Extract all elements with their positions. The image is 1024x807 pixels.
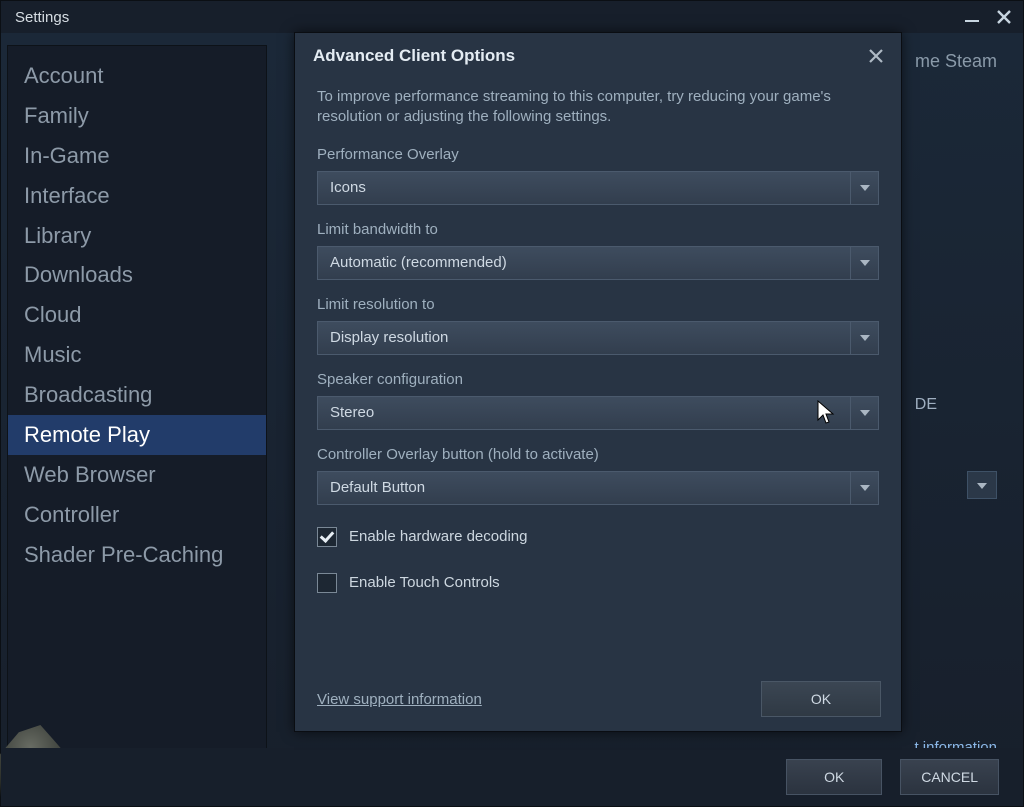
bg-partial-badge: DE bbox=[915, 396, 937, 414]
chevron-down-icon bbox=[850, 397, 878, 429]
chevron-down-icon bbox=[850, 472, 878, 504]
label-limit-resolution: Limit resolution to bbox=[317, 296, 879, 313]
close-icon bbox=[868, 48, 884, 64]
minimize-button[interactable] bbox=[961, 6, 983, 28]
checkbox-row-touch-controls: Enable Touch Controls bbox=[317, 573, 879, 593]
sidebar-item-web-browser[interactable]: Web Browser bbox=[8, 455, 266, 495]
select-value: Stereo bbox=[330, 404, 374, 421]
select-limit-bandwidth[interactable]: Automatic (recommended) bbox=[317, 246, 879, 280]
dialog-description: To improve performance streaming to this… bbox=[317, 87, 879, 128]
titlebar-controls bbox=[961, 6, 1015, 28]
select-value: Automatic (recommended) bbox=[330, 254, 507, 271]
window-title: Settings bbox=[15, 9, 69, 26]
dialog-footer: View support information OK bbox=[295, 667, 901, 731]
checkbox-label: Enable Touch Controls bbox=[349, 574, 500, 591]
settings-ok-button[interactable]: OK bbox=[786, 759, 882, 795]
label-limit-bandwidth: Limit bandwidth to bbox=[317, 221, 879, 238]
sidebar-item-family[interactable]: Family bbox=[8, 96, 266, 136]
bg-partial-select[interactable] bbox=[967, 471, 997, 499]
view-support-information-link[interactable]: View support information bbox=[317, 691, 482, 708]
dialog-body: To improve performance streaming to this… bbox=[295, 73, 901, 605]
select-value: Display resolution bbox=[330, 329, 448, 346]
chevron-down-icon bbox=[850, 247, 878, 279]
close-button[interactable] bbox=[993, 6, 1015, 28]
dialog-close-button[interactable] bbox=[865, 45, 887, 67]
select-value: Default Button bbox=[330, 479, 425, 496]
select-performance-overlay[interactable]: Icons bbox=[317, 171, 879, 205]
titlebar[interactable]: Settings bbox=[1, 1, 1023, 33]
sidebar-item-remote-play[interactable]: Remote Play bbox=[8, 415, 266, 455]
sidebar-item-cloud[interactable]: Cloud bbox=[8, 295, 266, 335]
select-controller-overlay-button[interactable]: Default Button bbox=[317, 471, 879, 505]
checkbox-row-hardware-decoding: Enable hardware decoding bbox=[317, 527, 879, 547]
sidebar-item-account[interactable]: Account bbox=[8, 56, 266, 96]
sidebar-item-library[interactable]: Library bbox=[8, 216, 266, 256]
sidebar-item-controller[interactable]: Controller bbox=[8, 495, 266, 535]
sidebar-item-shader-pre-caching[interactable]: Shader Pre-Caching bbox=[8, 535, 266, 575]
select-value: Icons bbox=[330, 179, 366, 196]
dialog-title: Advanced Client Options bbox=[313, 46, 515, 66]
bg-partial-label: me Steam bbox=[915, 51, 997, 72]
dialog-ok-button[interactable]: OK bbox=[761, 681, 881, 717]
sidebar-item-interface[interactable]: Interface bbox=[8, 176, 266, 216]
chevron-down-icon bbox=[850, 322, 878, 354]
label-controller-overlay-button: Controller Overlay button (hold to activ… bbox=[317, 446, 879, 463]
settings-cancel-button[interactable]: CANCEL bbox=[900, 759, 999, 795]
sidebar-item-downloads[interactable]: Downloads bbox=[8, 255, 266, 295]
select-limit-resolution[interactable]: Display resolution bbox=[317, 321, 879, 355]
dialog-header: Advanced Client Options bbox=[295, 33, 901, 73]
label-performance-overlay: Performance Overlay bbox=[317, 146, 879, 163]
advanced-client-options-dialog: Advanced Client Options To improve perfo… bbox=[294, 32, 902, 732]
sidebar-item-broadcasting[interactable]: Broadcasting bbox=[8, 375, 266, 415]
select-speaker-configuration[interactable]: Stereo bbox=[317, 396, 879, 430]
sidebar-item-in-game[interactable]: In-Game bbox=[8, 136, 266, 176]
checkbox-label: Enable hardware decoding bbox=[349, 528, 527, 545]
label-speaker-configuration: Speaker configuration bbox=[317, 371, 879, 388]
checkbox-touch-controls[interactable] bbox=[317, 573, 337, 593]
checkbox-hardware-decoding[interactable] bbox=[317, 527, 337, 547]
settings-footer: OK CANCEL bbox=[1, 748, 1023, 806]
chevron-down-icon bbox=[850, 172, 878, 204]
sidebar-item-music[interactable]: Music bbox=[8, 335, 266, 375]
sidebar: Account Family In-Game Interface Library… bbox=[7, 45, 267, 794]
